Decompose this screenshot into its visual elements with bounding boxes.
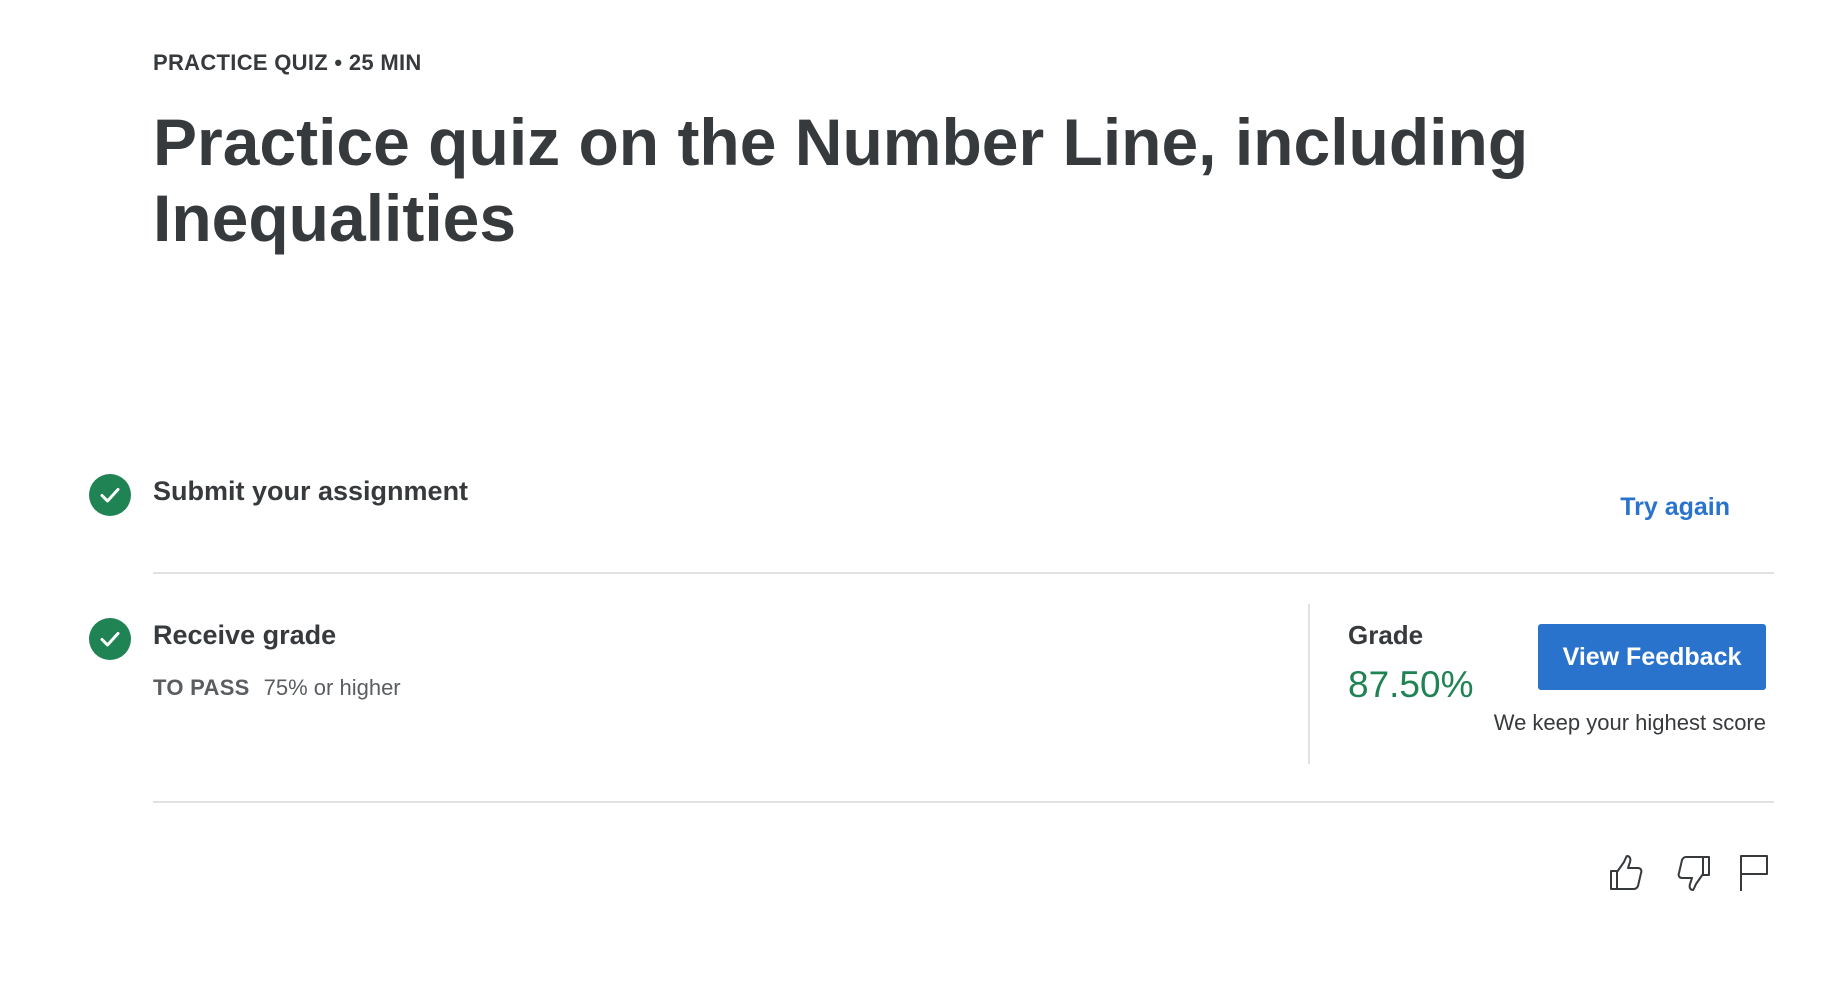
receive-grade-title: Receive grade xyxy=(153,620,337,650)
divider xyxy=(153,572,1774,574)
try-again-link[interactable]: Try again xyxy=(1620,493,1730,522)
check-circle-icon xyxy=(89,474,131,516)
quiz-result-page: PRACTICE QUIZ • 25 MIN Practice quiz on … xyxy=(0,0,1826,1008)
thumbs-down-icon[interactable] xyxy=(1673,852,1715,894)
grade-value: 87.50% xyxy=(1348,664,1474,705)
to-pass-label: TO PASS xyxy=(153,675,250,700)
submit-step-title: Submit your assignment xyxy=(153,476,469,506)
quiz-eyebrow: PRACTICE QUIZ • 25 MIN xyxy=(153,50,422,75)
grade-label: Grade xyxy=(1348,620,1424,650)
vertical-divider xyxy=(1308,604,1310,764)
divider xyxy=(153,801,1774,803)
highest-score-note: We keep your highest score xyxy=(1493,710,1766,735)
check-circle-icon xyxy=(89,618,131,660)
flag-icon[interactable] xyxy=(1733,852,1775,894)
pass-threshold: 75% or higher xyxy=(263,675,401,700)
view-feedback-button[interactable]: View Feedback xyxy=(1538,624,1766,690)
page-title: Practice quiz on the Number Line, includ… xyxy=(153,105,1529,255)
thumbs-up-icon[interactable] xyxy=(1605,852,1647,894)
pass-requirement: TO PASS 75% or higher xyxy=(153,675,401,701)
